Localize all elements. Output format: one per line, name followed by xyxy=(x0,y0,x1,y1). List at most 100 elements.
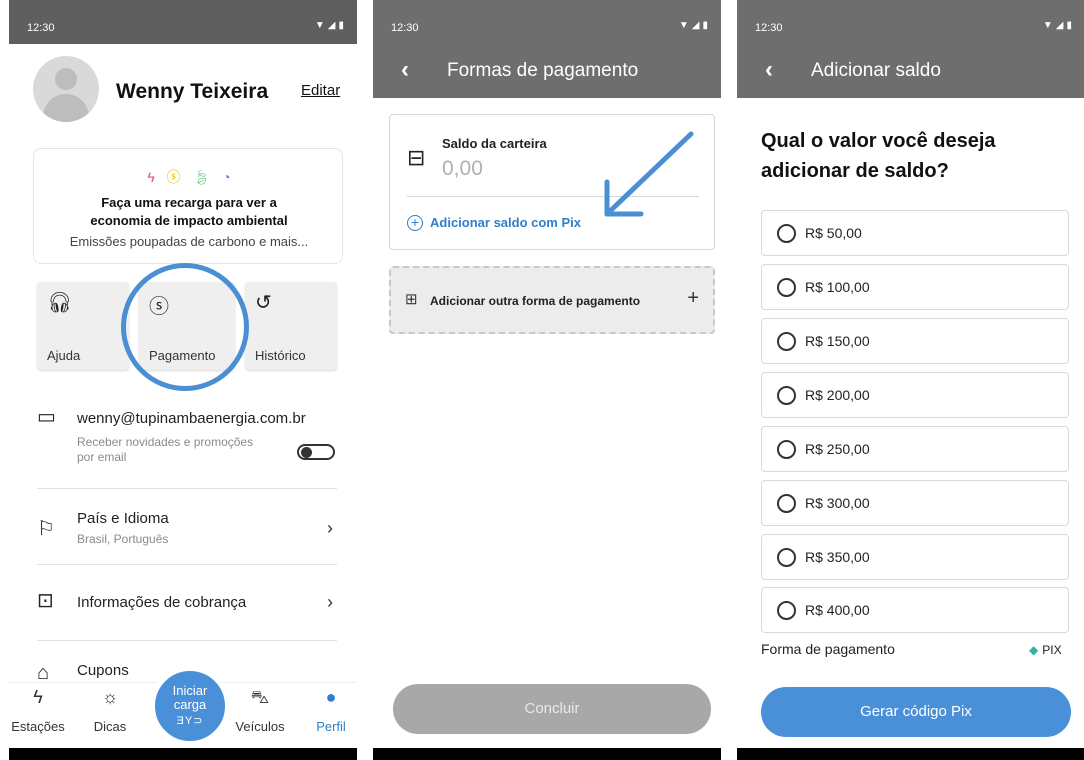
wallet-icon: ⊟ xyxy=(407,145,426,170)
pix-badge-label: PIX xyxy=(1042,643,1062,657)
radio-icon xyxy=(777,601,796,620)
highlight-circle-annotation xyxy=(121,263,249,391)
wallet-title: Saldo da carteira xyxy=(442,136,547,151)
arrow-annotation xyxy=(604,131,694,217)
page-title: Formas de pagamento xyxy=(447,60,639,81)
history-icon: ↺ xyxy=(255,292,272,314)
amount-option[interactable]: R$ 400,00 xyxy=(761,587,1069,633)
status-icons: ▼◢▮ xyxy=(314,20,347,31)
country-sub: Brasil, Português xyxy=(77,532,169,546)
amount-option[interactable]: R$ 100,00 xyxy=(761,264,1069,310)
status-icons: ▼◢▮ xyxy=(678,20,711,31)
eco-title-line2: economia de impacto ambiental xyxy=(90,213,288,228)
user-name: Wenny Teixeira xyxy=(116,80,269,103)
status-bar: 12:30 ▼◢▮ xyxy=(737,0,1084,44)
tab-stations[interactable]: ϟ Estações xyxy=(9,687,71,734)
pix-badge: ◆ PIX xyxy=(1029,643,1062,657)
chevron-right-icon: › xyxy=(327,592,333,612)
app-bar: ‹ Adicionar saldo xyxy=(737,44,1084,98)
amount-option[interactable]: R$ 300,00 xyxy=(761,480,1069,526)
avatar-head-shape xyxy=(55,68,77,90)
tile-help-label: Ajuda xyxy=(47,348,81,363)
radio-icon xyxy=(777,224,796,243)
start-charge-line1: Iniciar xyxy=(172,683,208,698)
email-optin-toggle[interactable] xyxy=(297,444,335,460)
tab-vehicles-label: Veículos xyxy=(235,719,285,734)
back-icon[interactable]: ‹ xyxy=(401,56,409,84)
status-time: 12:30 xyxy=(27,22,55,34)
eco-title-line1: Faça uma recarga para ver a xyxy=(101,195,277,210)
page-title: Adicionar saldo xyxy=(811,60,941,81)
plus-circle-icon: + xyxy=(407,215,423,231)
coupons-title: Cupons xyxy=(77,662,129,679)
start-charge-line2: carga xyxy=(173,697,207,712)
toggle-knob xyxy=(301,447,312,458)
amount-option[interactable]: R$ 350,00 xyxy=(761,534,1069,580)
amount-question: Qual o valor você deseja adicionar de sa… xyxy=(761,130,996,182)
wallet-balance: 0,00 xyxy=(442,157,483,180)
screens-stage: 12:30 ▼◢▮ Wenny Teixeira Editar ϟ ⓢ 🍃︎ ◔… xyxy=(0,0,1084,760)
pix-logo-icon: ◆ xyxy=(1029,643,1039,657)
gauge-icon: ◔ xyxy=(222,169,231,185)
amount-option-label: R$ 300,00 xyxy=(805,495,870,511)
card-icon: ▭ xyxy=(37,406,56,428)
tab-stations-label: Estações xyxy=(11,719,65,734)
back-icon[interactable]: ‹ xyxy=(765,56,773,84)
status-time: 12:30 xyxy=(391,22,419,34)
eco-icons: ϟ ⓢ 🍃︎ ◔ xyxy=(34,167,344,187)
add-other-payment-label: Adicionar outra forma de pagamento xyxy=(430,294,641,308)
amount-option-label: R$ 200,00 xyxy=(805,387,870,403)
tab-vehicles[interactable]: ⛍ Veículos xyxy=(227,687,293,734)
payment-methods-screen: 12:30 ▼◢▮ ‹ Formas de pagamento ⊟ Saldo … xyxy=(373,0,721,760)
person-icon: ● xyxy=(325,687,337,707)
lightning-circle-icon: ϟ xyxy=(33,687,43,707)
country-title: País e Idioma xyxy=(77,510,169,527)
tile-history[interactable]: ↺ Histórico xyxy=(245,282,337,370)
divider xyxy=(37,640,337,641)
id-card-icon: ⊡ xyxy=(37,590,54,612)
amount-option[interactable]: R$ 250,00 xyxy=(761,426,1069,472)
tab-tips[interactable]: ☼ Dicas xyxy=(77,687,143,734)
edit-profile-link[interactable]: Editar xyxy=(301,82,340,99)
email-optin-line1: Receber novidades e promoções xyxy=(77,435,254,449)
amount-option-label: R$ 50,00 xyxy=(805,225,862,241)
add-balance-screen: 12:30 ▼◢▮ ‹ Adicionar saldo Qual o valor… xyxy=(737,0,1084,760)
avatar[interactable] xyxy=(33,56,99,122)
email-optin-text: Receber novidades e promoções por email xyxy=(77,435,253,465)
status-time: 12:30 xyxy=(755,22,783,34)
amount-option[interactable]: R$ 150,00 xyxy=(761,318,1069,364)
amount-option[interactable]: R$ 50,00 xyxy=(761,210,1069,256)
lightbulb-icon: ☼ xyxy=(101,687,119,707)
add-other-payment-button[interactable]: ⊞ Adicionar outra forma de pagamento + xyxy=(389,266,715,334)
billing-info-row[interactable]: ⊡ Informações de cobrança › xyxy=(37,586,337,620)
generate-pix-code-button[interactable]: Gerar código Pix xyxy=(761,687,1071,737)
add-balance-pix-link[interactable]: + Adicionar saldo com Pix xyxy=(407,215,581,231)
flag-icon: ⚐ xyxy=(37,518,55,540)
confirm-button[interactable]: Concluir xyxy=(393,684,711,734)
tile-help[interactable]: 🎧︎ Ajuda xyxy=(37,282,129,370)
tile-history-label: Histórico xyxy=(255,348,306,363)
tab-profile[interactable]: ● Perfil xyxy=(298,687,357,734)
start-charge-button[interactable]: Iniciar carga ƎY⊃ xyxy=(150,666,230,746)
system-nav-bar xyxy=(737,748,1084,760)
leaf-icon: 🍃︎ xyxy=(192,169,211,185)
car-icon: ⛍ xyxy=(250,687,270,707)
profile-screen: 12:30 ▼◢▮ Wenny Teixeira Editar ϟ ⓢ 🍃︎ ◔… xyxy=(9,0,357,760)
plus-icon: + xyxy=(687,287,699,309)
status-bar: 12:30 ▼◢▮ xyxy=(373,0,721,44)
radio-icon xyxy=(777,494,796,513)
country-language-row[interactable]: ⚐ País e Idioma Brasil, Português › xyxy=(37,508,337,556)
system-nav-bar xyxy=(9,748,357,760)
radio-icon xyxy=(777,386,796,405)
amount-option[interactable]: R$ 200,00 xyxy=(761,372,1069,418)
radio-icon xyxy=(777,548,796,567)
amount-option-label: R$ 350,00 xyxy=(805,549,870,565)
tab-profile-label: Perfil xyxy=(316,719,346,734)
brand-logo: ƎY⊃ xyxy=(176,715,204,727)
eco-subtitle: Emissões poupadas de carbono e mais... xyxy=(69,234,309,249)
add-balance-pix-label: Adicionar saldo com Pix xyxy=(430,215,581,230)
avatar-body-shape xyxy=(43,94,89,122)
eco-title: Faça uma recarga para ver a economia de … xyxy=(34,194,344,230)
divider xyxy=(37,564,337,565)
eco-impact-card[interactable]: ϟ ⓢ 🍃︎ ◔ Faça uma recarga para ver a eco… xyxy=(33,148,343,264)
